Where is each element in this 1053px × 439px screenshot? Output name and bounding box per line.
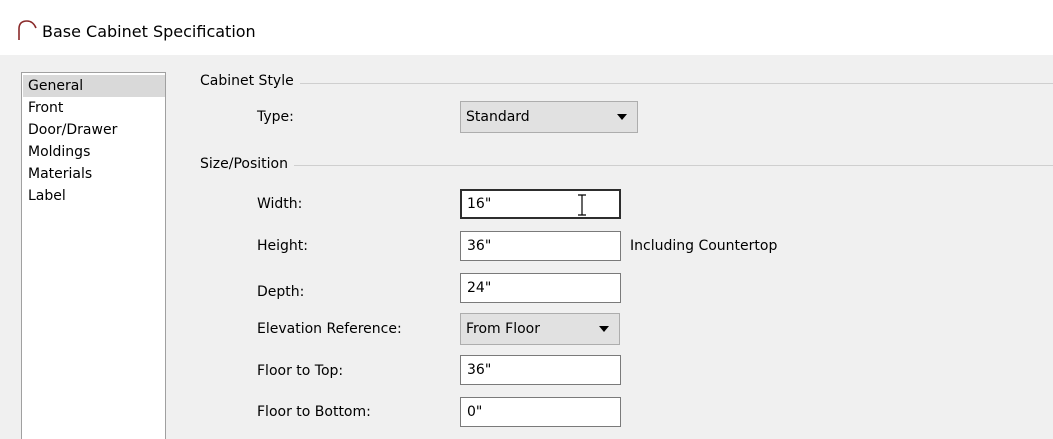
depth-field-value: 24" bbox=[467, 280, 492, 296]
type-dropdown[interactable]: Standard bbox=[460, 101, 638, 133]
elevation-reference-label: Elevation Reference: bbox=[257, 321, 402, 337]
size-position-group-title: Size/Position bbox=[200, 156, 294, 172]
cabinet-arch-icon bbox=[18, 20, 37, 40]
type-dropdown-value: Standard bbox=[466, 109, 530, 125]
height-label: Height: bbox=[257, 238, 308, 254]
floor-to-top-field[interactable]: 36" bbox=[460, 355, 621, 385]
depth-label: Depth: bbox=[257, 284, 305, 300]
cabinet-style-group-title: Cabinet Style bbox=[200, 73, 300, 89]
elevation-reference-dropdown[interactable]: From Floor bbox=[460, 313, 620, 345]
type-label: Type: bbox=[257, 109, 294, 125]
nav-item-front[interactable]: Front bbox=[23, 97, 165, 119]
nav-item-door-drawer[interactable]: Door/Drawer bbox=[23, 119, 165, 141]
nav-item-general[interactable]: General bbox=[23, 75, 165, 97]
floor-to-top-value: 36" bbox=[467, 362, 492, 378]
floor-to-top-label: Floor to Top: bbox=[257, 363, 344, 379]
window-title: Base Cabinet Specification bbox=[42, 22, 256, 41]
elevation-reference-value: From Floor bbox=[466, 321, 540, 337]
depth-field[interactable]: 24" bbox=[460, 273, 621, 303]
chevron-down-icon bbox=[599, 326, 609, 332]
nav-item-label[interactable]: Label bbox=[23, 185, 165, 207]
floor-to-bottom-label: Floor to Bottom: bbox=[257, 404, 371, 420]
floor-to-bottom-value: 0" bbox=[467, 404, 483, 420]
height-field-value: 36" bbox=[467, 238, 492, 254]
width-field[interactable]: 16" bbox=[460, 189, 621, 219]
chevron-down-icon bbox=[617, 114, 627, 120]
nav-item-materials[interactable]: Materials bbox=[23, 163, 165, 185]
nav-item-moldings[interactable]: Moldings bbox=[23, 141, 165, 163]
width-field-value: 16" bbox=[467, 196, 492, 212]
size-position-divider bbox=[200, 165, 1053, 166]
height-note: Including Countertop bbox=[630, 238, 778, 254]
height-field[interactable]: 36" bbox=[460, 231, 621, 261]
floor-to-bottom-field[interactable]: 0" bbox=[460, 397, 621, 427]
category-list[interactable]: General Front Door/Drawer Moldings Mater… bbox=[21, 72, 166, 439]
cabinet-style-divider bbox=[200, 83, 1053, 84]
text-cursor-icon bbox=[578, 194, 586, 216]
title-bar: Base Cabinet Specification bbox=[0, 0, 1053, 55]
width-label: Width: bbox=[257, 196, 303, 212]
